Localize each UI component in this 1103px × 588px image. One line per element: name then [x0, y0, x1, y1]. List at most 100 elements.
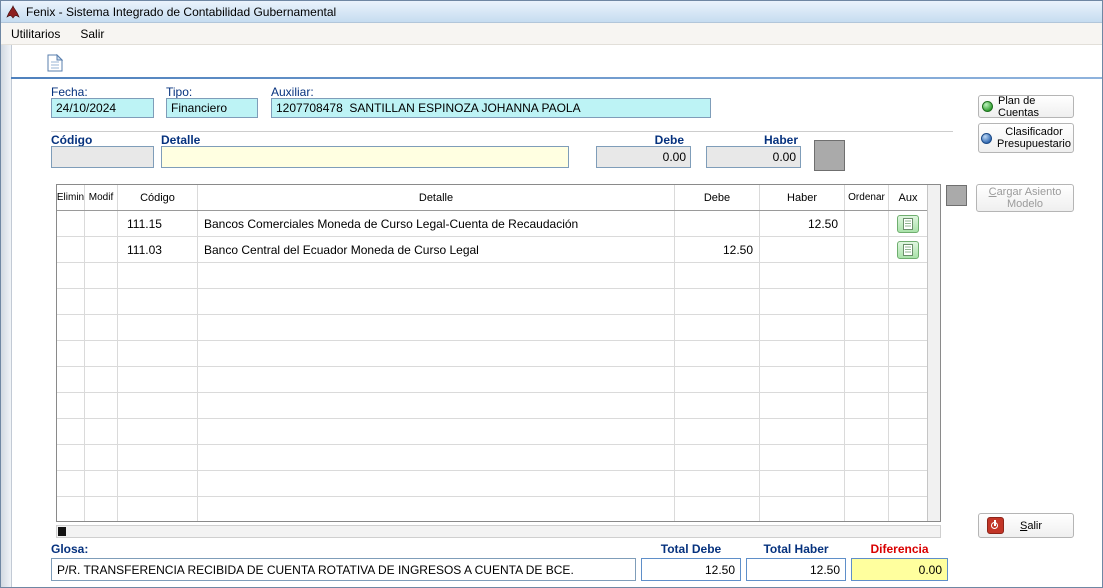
- cell-debe: [675, 393, 760, 418]
- diferencia-label: Diferencia: [851, 542, 948, 556]
- menu-salir[interactable]: Salir: [75, 25, 109, 43]
- cell-modif[interactable]: [85, 471, 118, 496]
- cell-elimin[interactable]: [57, 263, 85, 288]
- cell-aux: [889, 211, 927, 236]
- cell-codigo: [118, 367, 198, 392]
- cell-modif[interactable]: [85, 445, 118, 470]
- cell-detalle: [198, 289, 675, 314]
- clasificador-label-line2: Presupuestario: [997, 138, 1071, 150]
- cell-elimin[interactable]: [57, 393, 85, 418]
- debe-label: Debe: [596, 133, 684, 147]
- cell-ordenar: [845, 367, 889, 392]
- salir-button-label: Salir: [1020, 520, 1042, 532]
- auxiliar-input[interactable]: [271, 98, 711, 118]
- cargar-asiento-icon: [946, 185, 967, 206]
- cargar-asiento-label-line1: Cargar Asiento: [989, 186, 1062, 198]
- cell-elimin[interactable]: [57, 237, 85, 262]
- cell-haber: [760, 237, 845, 262]
- col-debe: Debe: [675, 185, 760, 210]
- toolbar-separator: [11, 77, 1103, 79]
- table-body: 111.15 Bancos Comerciales Moneda de Curs…: [57, 211, 927, 521]
- cell-haber: 12.50: [760, 211, 845, 236]
- table-row[interactable]: [57, 471, 927, 497]
- menu-utilitarios[interactable]: Utilitarios: [6, 25, 65, 43]
- cell-codigo: [118, 445, 198, 470]
- table-row[interactable]: [57, 393, 927, 419]
- app-icon: [5, 5, 21, 19]
- cell-modif[interactable]: [85, 211, 118, 236]
- cell-codigo: [118, 341, 198, 366]
- table-row[interactable]: [57, 341, 927, 367]
- cell-aux: [889, 341, 927, 366]
- cell-aux: [889, 263, 927, 288]
- cell-detalle: [198, 263, 675, 288]
- glosa-label: Glosa:: [51, 542, 88, 556]
- tipo-input[interactable]: [166, 98, 258, 118]
- cell-modif[interactable]: [85, 289, 118, 314]
- aux-button[interactable]: [897, 215, 919, 233]
- cell-haber: [760, 289, 845, 314]
- plan-de-cuentas-label: Plan de Cuentas: [998, 95, 1070, 119]
- table-row[interactable]: 111.03 Banco Central del Ecuador Moneda …: [57, 237, 927, 263]
- cell-elimin[interactable]: [57, 341, 85, 366]
- cell-detalle: [198, 419, 675, 444]
- cell-haber: [760, 393, 845, 418]
- cell-codigo: 111.03: [118, 237, 198, 262]
- menubar: Utilitarios Salir: [1, 23, 1102, 45]
- table-row[interactable]: [57, 419, 927, 445]
- cell-elimin[interactable]: [57, 367, 85, 392]
- table-row[interactable]: [57, 289, 927, 315]
- cell-debe: [675, 289, 760, 314]
- detalle-input[interactable]: [161, 146, 569, 168]
- cell-detalle: [198, 315, 675, 340]
- cell-elimin[interactable]: [57, 445, 85, 470]
- table-vertical-scrollbar[interactable]: [927, 185, 940, 521]
- entry-action-button[interactable]: [814, 140, 845, 171]
- cell-modif[interactable]: [85, 367, 118, 392]
- aux-button[interactable]: [897, 241, 919, 259]
- table-row[interactable]: [57, 263, 927, 289]
- new-document-icon[interactable]: [45, 53, 65, 73]
- cell-modif[interactable]: [85, 263, 118, 288]
- cell-modif[interactable]: [85, 315, 118, 340]
- clasificador-presupuestario-button[interactable]: Clasificador Presupuestario: [978, 123, 1074, 153]
- table-row[interactable]: [57, 315, 927, 341]
- cell-elimin[interactable]: [57, 211, 85, 236]
- cell-modif[interactable]: [85, 393, 118, 418]
- col-modif: Modif: [85, 185, 118, 210]
- cell-detalle: [198, 341, 675, 366]
- table-horizontal-scrollbar[interactable]: [56, 525, 941, 538]
- table-row[interactable]: [57, 367, 927, 393]
- cell-modif[interactable]: [85, 341, 118, 366]
- salir-button[interactable]: Salir: [978, 513, 1074, 538]
- cell-elimin[interactable]: [57, 497, 85, 521]
- fecha-input[interactable]: [51, 98, 154, 118]
- table-row[interactable]: [57, 445, 927, 471]
- table-row[interactable]: [57, 497, 927, 521]
- cell-elimin[interactable]: [57, 289, 85, 314]
- cell-ordenar: [845, 263, 889, 288]
- plan-de-cuentas-button[interactable]: Plan de Cuentas: [978, 95, 1074, 118]
- horizontal-scrollbar-thumb[interactable]: [58, 527, 66, 536]
- debe-input[interactable]: [596, 146, 691, 168]
- codigo-input[interactable]: [51, 146, 154, 168]
- fecha-label: Fecha:: [51, 85, 88, 99]
- cell-ordenar: [845, 497, 889, 521]
- cell-elimin[interactable]: [57, 471, 85, 496]
- glosa-input[interactable]: [51, 558, 636, 581]
- plan-de-cuentas-icon: [982, 101, 993, 112]
- cell-elimin[interactable]: [57, 419, 85, 444]
- table-row[interactable]: 111.15 Bancos Comerciales Moneda de Curs…: [57, 211, 927, 237]
- haber-input[interactable]: [706, 146, 801, 168]
- cell-ordenar: [845, 237, 889, 262]
- cell-detalle: [198, 471, 675, 496]
- cargar-asiento-modelo-button[interactable]: Cargar Asiento Modelo: [976, 184, 1074, 212]
- col-ordenar: Ordenar: [845, 185, 889, 210]
- table-main: Elimin Modif Código Detalle Debe Haber O…: [57, 185, 927, 521]
- cell-modif[interactable]: [85, 237, 118, 262]
- cell-modif[interactable]: [85, 419, 118, 444]
- cell-codigo: [118, 315, 198, 340]
- cell-modif[interactable]: [85, 497, 118, 521]
- cell-elimin[interactable]: [57, 315, 85, 340]
- cell-codigo: [118, 393, 198, 418]
